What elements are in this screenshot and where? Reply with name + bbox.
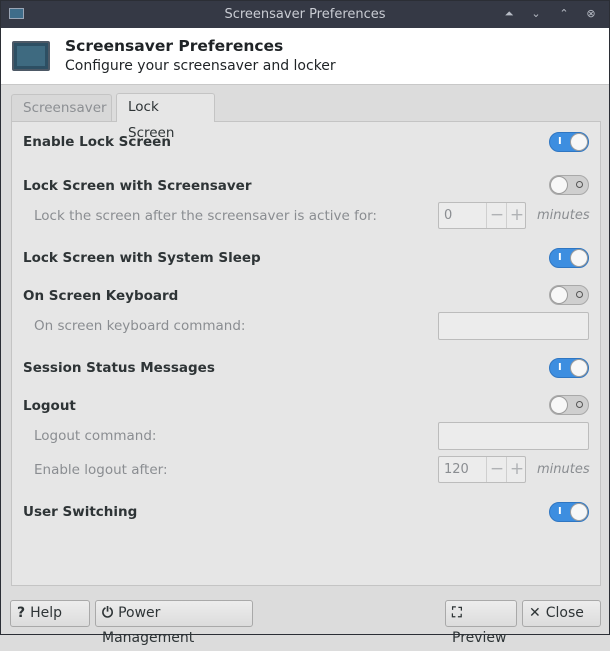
header-title: Screensaver Preferences <box>65 37 284 55</box>
logout-label: Logout <box>23 398 76 414</box>
switch-off-mark <box>576 291 583 298</box>
shade-icon[interactable]: ⏶ <box>501 6 517 22</box>
logout-after-value[interactable]: 120 <box>444 462 469 477</box>
preview-button[interactable]: ⛶ Preview <box>445 600 517 646</box>
switch-knob <box>570 249 588 267</box>
help-button[interactable]: ? Help <box>10 600 90 627</box>
switch-knob <box>550 286 568 304</box>
status-messages-label: Session Status Messages <box>23 360 215 376</box>
close-label: Close <box>545 605 584 621</box>
switch-knob <box>550 176 568 194</box>
minimize-icon[interactable]: ⌄ <box>528 6 544 22</box>
power-management-button[interactable]: ⏻ Power Management <box>95 600 253 646</box>
header: Screensaver Preferences Configure your s… <box>1 28 609 85</box>
logout-command-input[interactable] <box>438 422 589 450</box>
switch-on-mark: I <box>558 252 562 263</box>
power-management-label: Power Management <box>102 605 195 646</box>
switch-on-mark: I <box>558 362 562 373</box>
minus-icon[interactable]: − <box>486 203 507 228</box>
logout-command-label: Logout command: <box>34 428 157 444</box>
status-messages-switch[interactable]: I <box>549 358 589 378</box>
lock-delay-unit: minutes <box>537 208 590 223</box>
lock-delay-value[interactable]: 0 <box>444 208 452 223</box>
lock-with-sleep-label: Lock Screen with System Sleep <box>23 250 261 266</box>
monitor-icon <box>12 41 50 71</box>
switch-off-mark <box>576 181 583 188</box>
close-icon[interactable]: ⊗ <box>583 6 599 22</box>
fullscreen-icon: ⛶ <box>452 605 462 621</box>
osk-label: On Screen Keyboard <box>23 288 179 304</box>
osk-switch[interactable] <box>549 285 589 305</box>
plus-icon[interactable]: + <box>506 203 527 228</box>
switch-off-mark <box>576 401 583 408</box>
help-icon: ? <box>17 605 26 621</box>
plus-icon[interactable]: + <box>506 457 527 482</box>
minus-icon[interactable]: − <box>486 457 507 482</box>
user-switching-switch[interactable]: I <box>549 502 589 522</box>
help-label: Help <box>30 605 63 621</box>
maximize-icon[interactable]: ⌃ <box>556 6 572 22</box>
title-bar[interactable]: Screensaver Preferences ⏶ ⌄ ⌃ ⊗ <box>1 1 609 28</box>
switch-knob <box>550 396 568 414</box>
enable-lock-switch[interactable]: I <box>549 132 589 152</box>
lock-with-saver-label: Lock Screen with Screensaver <box>23 178 252 194</box>
osk-command-label: On screen keyboard command: <box>34 318 246 334</box>
osk-command-input[interactable] <box>438 312 589 340</box>
lock-delay-label: Lock the screen after the screensaver is… <box>34 208 377 224</box>
close-button[interactable]: ✕ Close <box>522 600 601 627</box>
tab-lock-screen[interactable]: Lock Screen <box>116 93 215 141</box>
logout-switch[interactable] <box>549 395 589 415</box>
lock-delay-spinner[interactable]: 0 − + <box>438 202 526 229</box>
switch-knob <box>570 503 588 521</box>
close-icon: ✕ <box>529 605 541 621</box>
tab-screensaver[interactable]: Screensaver <box>11 94 112 121</box>
header-subtitle: Configure your screensaver and locker <box>65 58 336 74</box>
logout-after-label: Enable logout after: <box>34 462 168 478</box>
switch-knob <box>570 359 588 377</box>
window: Screensaver Preferences ⏶ ⌄ ⌃ ⊗ Screensa… <box>0 0 610 646</box>
user-switching-label: User Switching <box>23 504 138 520</box>
switch-on-mark: I <box>558 136 562 147</box>
lock-with-sleep-switch[interactable]: I <box>549 248 589 268</box>
logout-after-unit: minutes <box>537 462 590 477</box>
preview-label: Preview <box>452 630 507 646</box>
window-title: Screensaver Preferences <box>224 7 386 22</box>
power-icon: ⏻ <box>102 605 114 621</box>
logout-after-spinner[interactable]: 120 − + <box>438 456 526 483</box>
switch-on-mark: I <box>558 506 562 517</box>
switch-knob <box>570 133 588 151</box>
lock-with-saver-switch[interactable] <box>549 175 589 195</box>
